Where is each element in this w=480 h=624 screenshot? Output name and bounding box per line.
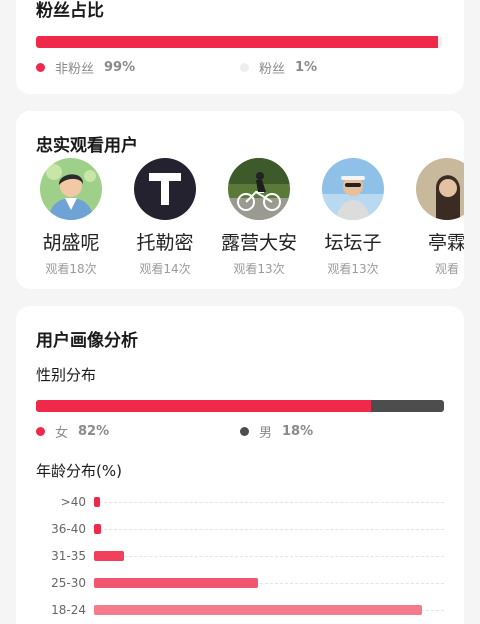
age-row: 31-35 — [36, 548, 456, 564]
illustrated-man-avatar — [40, 158, 102, 220]
viewer-count: 观看14次 — [139, 262, 191, 276]
non-fan-label: 非粉丝 — [55, 62, 95, 77]
viewer-item[interactable]: 胡盛呢 观看18次 — [26, 158, 116, 277]
age-row: 18-24 — [36, 602, 456, 618]
age-guide-line — [94, 556, 444, 557]
male-legend: 男 18% — [240, 422, 313, 441]
age-row: >40 — [36, 494, 456, 510]
female-legend: 女 82% — [36, 422, 109, 441]
non-fan-legend: 非粉丝 99% — [36, 58, 135, 77]
viewer-item[interactable]: 坛坛子 观看13次 — [308, 158, 398, 277]
female-label: 女 — [55, 426, 69, 441]
woman-sunglasses-avatar — [322, 158, 384, 220]
user-profile-card: 用户画像分析 性别分布 女 82% 男 18% 年龄分布(%) >40 36-40… — [16, 306, 464, 624]
gender-bar — [36, 400, 444, 412]
age-guide-line — [94, 502, 444, 503]
viewer-item[interactable]: 亭霖 观看 — [402, 158, 464, 277]
gender-title: 性别分布 — [36, 366, 97, 384]
fan-dot-icon — [240, 63, 249, 72]
age-row: 36-40 — [36, 521, 456, 537]
viewer-count: 观看18次 — [45, 262, 97, 276]
letter-t-avatar — [134, 158, 196, 220]
age-title: 年龄分布(%) — [36, 462, 122, 480]
female-dot-icon — [36, 427, 45, 436]
viewer-count: 观看13次 — [327, 262, 379, 276]
age-label: 25-30 — [51, 576, 86, 590]
viewer-name: 托勒密 — [136, 232, 194, 254]
viewer-name: 胡盛呢 — [42, 232, 100, 254]
age-label: 31-35 — [51, 549, 86, 563]
fan-label: 粉丝 — [259, 62, 286, 77]
age-bar — [94, 578, 258, 588]
cyclist-avatar — [228, 158, 290, 220]
age-label: 36-40 — [51, 522, 86, 536]
female-bar-fill — [36, 400, 371, 412]
age-bar — [94, 524, 102, 534]
age-bar — [94, 605, 422, 615]
age-guide-line — [94, 529, 444, 530]
portrait-avatar — [416, 158, 464, 220]
viewer-name: 露营大安 — [220, 232, 297, 254]
non-fan-bar-fill — [36, 36, 438, 48]
age-bar — [94, 551, 124, 561]
non-fan-percent: 99% — [104, 60, 136, 75]
viewer-name: 坛坛子 — [324, 232, 382, 254]
male-percent: 18% — [282, 424, 314, 439]
viewer-item[interactable]: 露营大安 观看13次 — [214, 158, 304, 277]
user-profile-title: 用户画像分析 — [36, 331, 138, 351]
viewer-count: 观看 — [434, 262, 459, 276]
male-dot-icon — [240, 427, 249, 436]
loyal-viewers-card: 忠实观看用户 胡盛呢 观看18次 托勒密 观看14次 露营大安 观看13次 坛坛… — [16, 111, 464, 289]
non-fan-dot-icon — [36, 63, 45, 72]
age-bar — [94, 497, 100, 507]
age-label: >40 — [60, 495, 86, 509]
viewer-count: 观看13次 — [233, 262, 285, 276]
viewer-name: 亭霖 — [427, 232, 464, 254]
fans-ratio-title: 粉丝占比 — [36, 1, 104, 21]
loyal-viewers-title: 忠实观看用户 — [36, 136, 138, 156]
fan-percent: 1% — [295, 60, 318, 75]
age-label: 18-24 — [51, 603, 86, 617]
viewer-item[interactable]: 托勒密 观看14次 — [120, 158, 210, 277]
male-label: 男 — [259, 426, 273, 441]
female-percent: 82% — [78, 424, 110, 439]
fans-ratio-card: 粉丝占比 非粉丝 99% 粉丝 1% — [16, 0, 464, 94]
fan-legend: 粉丝 1% — [240, 58, 317, 77]
age-row: 25-30 — [36, 575, 456, 591]
fans-ratio-bar — [36, 36, 442, 48]
